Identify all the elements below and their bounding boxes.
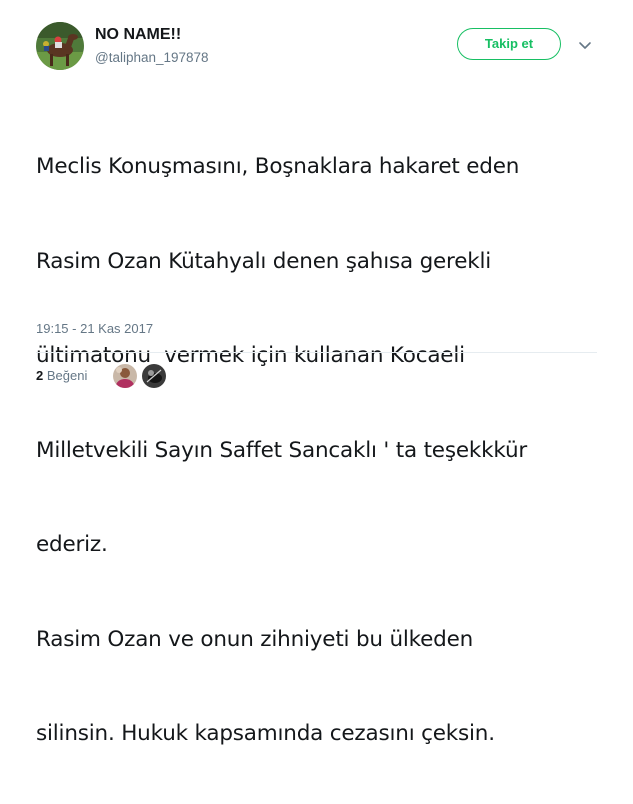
tweet-card: NO NAME!! @taliphan_197878 Takip et Mecl… <box>0 0 633 746</box>
liker-avatar[interactable] <box>142 364 166 388</box>
author-avatar[interactable] <box>36 22 84 70</box>
divider <box>36 352 597 353</box>
author-name[interactable]: NO NAME!! <box>95 26 181 44</box>
author-handle[interactable]: @taliphan_197878 <box>95 50 209 66</box>
likes-label: Beğeni <box>46 368 88 383</box>
chevron-down-icon[interactable] <box>578 38 592 49</box>
tweet-text-line: Rasim Ozan Kütahyalı denen şahısa gerekl… <box>36 248 492 274</box>
tweet-text-line: silinsin. Hukuk kapsamında cezasını çeks… <box>36 721 495 746</box>
tweet-text: Meclis Konuşmasını, Boşnaklara hakaret e… <box>36 88 606 804</box>
follow-button[interactable]: Takip et <box>457 28 561 60</box>
likes-summary[interactable]: 2 Beğeni <box>36 368 87 384</box>
tweet-text-line: Rasim Ozan ve onun zihniyeti bu ülkeden <box>36 626 474 652</box>
tweet-timestamp[interactable]: 19:15 - 21 Kas 2017 <box>36 321 153 337</box>
horse-avatar-image <box>36 22 84 70</box>
tweet-text-line: ederiz. <box>36 532 108 557</box>
liker-avatar[interactable] <box>113 364 137 388</box>
tweet-text-line: Milletvekili Sayın Saffet Sancaklı ' ta … <box>36 437 528 463</box>
tweet-text-line: Meclis Konuşmasını, Boşnaklara hakaret e… <box>36 154 520 179</box>
likes-count: 2 <box>36 368 44 383</box>
